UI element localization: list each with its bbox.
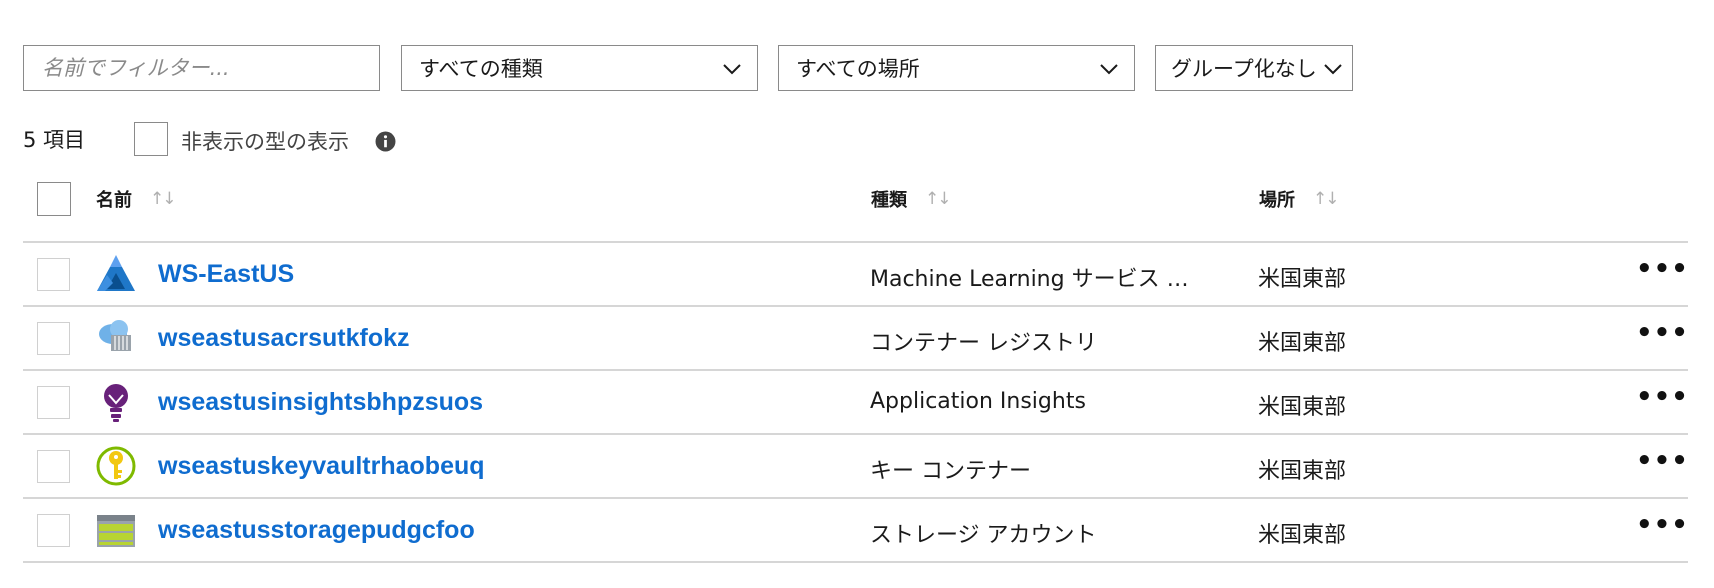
item-count: 5 項目 bbox=[23, 128, 86, 152]
grouping-dropdown[interactable]: グループ化なし bbox=[1155, 45, 1353, 91]
more-options-button[interactable]: ••• bbox=[1636, 448, 1689, 474]
resource-location: 米国東部 bbox=[1258, 331, 1347, 356]
sort-icon: ↑↓ bbox=[1313, 189, 1339, 209]
row-checkbox[interactable] bbox=[37, 450, 70, 483]
resource-location: 米国東部 bbox=[1258, 459, 1347, 484]
type-filter-dropdown[interactable]: すべての種類 bbox=[401, 45, 758, 91]
more-options-button[interactable]: ••• bbox=[1636, 320, 1689, 346]
name-filter-input[interactable] bbox=[23, 45, 380, 91]
resource-type: Machine Learning サービス … bbox=[870, 267, 1189, 292]
key-vault-icon bbox=[96, 446, 136, 486]
more-options-button[interactable]: ••• bbox=[1636, 512, 1689, 538]
container-registry-icon bbox=[99, 320, 131, 351]
resource-link[interactable]: WS-EastUS bbox=[158, 260, 294, 289]
location-filter-dropdown[interactable]: すべての場所 bbox=[778, 45, 1135, 91]
location-filter-value: すべての場所 bbox=[796, 57, 920, 81]
resource-link[interactable]: wseastusstoragepudgcfoo bbox=[158, 516, 475, 545]
chevron-down-icon bbox=[1324, 64, 1342, 75]
sort-icon: ↑↓ bbox=[925, 189, 951, 209]
table-row: wseastusstoragepudgcfoo ストレージ アカウント 米国東部… bbox=[23, 497, 1688, 563]
row-checkbox[interactable] bbox=[37, 322, 70, 355]
resource-link[interactable]: wseastuskeyvaultrhaobeuq bbox=[158, 452, 485, 481]
select-all-checkbox[interactable] bbox=[37, 182, 71, 216]
row-checkbox[interactable] bbox=[37, 386, 70, 419]
app-insights-icon bbox=[104, 384, 128, 422]
more-options-button[interactable]: ••• bbox=[1636, 384, 1689, 410]
show-hidden-types-label: 非表示の型の表示 bbox=[181, 130, 349, 154]
row-checkbox[interactable] bbox=[37, 258, 70, 291]
table-row: WS-EastUS Machine Learning サービス … 米国東部 •… bbox=[23, 241, 1688, 305]
column-header-location[interactable]: 場所 ↑↓ bbox=[1259, 186, 1339, 212]
row-checkbox[interactable] bbox=[37, 514, 70, 547]
storage-account-icon bbox=[97, 515, 135, 547]
column-header-name[interactable]: 名前 ↑↓ bbox=[96, 186, 176, 212]
more-options-button[interactable]: ••• bbox=[1636, 256, 1689, 282]
resource-link[interactable]: wseastusinsightsbhpzsuos bbox=[158, 388, 483, 417]
column-header-type[interactable]: 種類 ↑↓ bbox=[871, 186, 951, 212]
column-header-name-label: 名前 bbox=[96, 190, 132, 211]
resource-type: Application Insights bbox=[870, 389, 1086, 414]
resource-location: 米国東部 bbox=[1258, 267, 1347, 292]
column-header-location-label: 場所 bbox=[1259, 190, 1295, 211]
resource-type: コンテナー レジストリ bbox=[870, 331, 1097, 356]
column-header-type-label: 種類 bbox=[871, 190, 907, 211]
type-filter-value: すべての種類 bbox=[419, 57, 543, 81]
chevron-down-icon bbox=[723, 64, 741, 75]
chevron-down-icon bbox=[1100, 64, 1118, 75]
show-hidden-types-checkbox[interactable] bbox=[134, 122, 168, 156]
resource-location: 米国東部 bbox=[1258, 523, 1347, 548]
info-icon[interactable] bbox=[375, 131, 396, 152]
resource-type: キー コンテナー bbox=[870, 459, 1031, 484]
table-row: wseastusacrsutkfokz コンテナー レジストリ 米国東部 ••• bbox=[23, 305, 1688, 369]
resource-location: 米国東部 bbox=[1258, 395, 1347, 420]
resource-table: WS-EastUS Machine Learning サービス … 米国東部 •… bbox=[23, 241, 1688, 563]
table-row: wseastusinsightsbhpzsuos Application Ins… bbox=[23, 369, 1688, 433]
resource-type: ストレージ アカウント bbox=[870, 523, 1097, 548]
machine-learning-icon bbox=[97, 255, 135, 291]
sort-icon: ↑↓ bbox=[150, 189, 176, 209]
table-row: wseastuskeyvaultrhaobeuq キー コンテナー 米国東部 •… bbox=[23, 433, 1688, 497]
grouping-value: グループ化なし bbox=[1171, 57, 1317, 81]
resource-link[interactable]: wseastusacrsutkfokz bbox=[158, 324, 410, 353]
